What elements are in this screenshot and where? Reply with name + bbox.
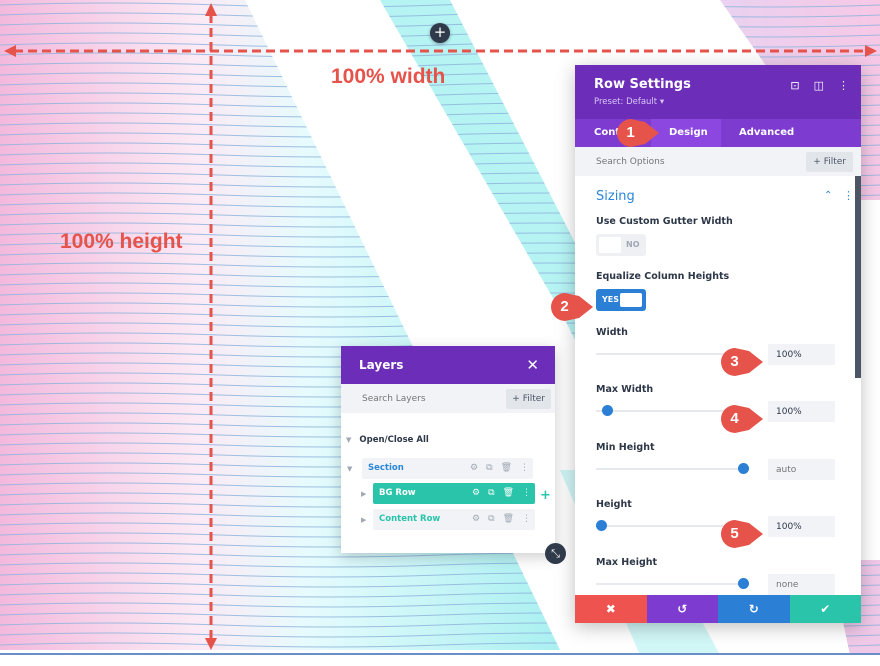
layer-item-content-row[interactable]: Content Row ⚙ ⧉ 🗑 ⋮: [373, 509, 535, 530]
duplicate-icon[interactable]: ⧉: [488, 509, 494, 530]
add-module-icon[interactable]: +: [540, 488, 551, 503]
layers-search-bar: + Filter: [341, 384, 555, 413]
undo-button[interactable]: ↺: [646, 595, 718, 623]
preset-selector[interactable]: Preset: Default ▾: [594, 97, 664, 107]
toggle-state: YES: [602, 295, 620, 304]
section-more-icon[interactable]: ⋮: [843, 189, 854, 202]
layers-panel: Layers ✕ + Filter ▼ Open/Close All ▼ Sect…: [341, 346, 555, 553]
settings-icon[interactable]: ⚙: [472, 483, 480, 504]
step-marker-5: 5: [721, 520, 763, 548]
more-icon[interactable]: ⋮: [522, 483, 531, 504]
add-section-button[interactable]: +: [430, 23, 450, 43]
duplicate-icon[interactable]: ⧉: [488, 483, 494, 504]
slider-handle[interactable]: [601, 405, 613, 416]
search-options-input[interactable]: [575, 147, 803, 176]
tab-advanced[interactable]: Advanced: [721, 119, 812, 147]
settings-body: Sizing ⌃ ⋮ Use Custom Gutter Width NO Eq…: [575, 176, 861, 595]
open-close-all-toggle[interactable]: ▼ Open/Close All: [346, 435, 429, 445]
height-label: Height: [596, 499, 632, 510]
settings-header: Row Settings Preset: Default ▾ ⊡ ◫ ⋮: [575, 65, 861, 119]
height-input[interactable]: [768, 516, 835, 537]
collapse-chevron-icon[interactable]: ⌃: [824, 190, 832, 201]
close-icon[interactable]: ✕: [526, 356, 539, 374]
settings-scrollbar[interactable]: [855, 176, 861, 378]
search-layers-input[interactable]: [341, 384, 501, 413]
slider-handle[interactable]: [738, 463, 749, 474]
duplicate-icon[interactable]: ⧉: [486, 458, 492, 479]
min-height-slider[interactable]: [596, 463, 749, 475]
filter-button[interactable]: + Filter: [806, 152, 853, 172]
max-height-slider[interactable]: [596, 578, 749, 590]
tab-design[interactable]: Design: [651, 119, 721, 147]
custom-gutter-label: Use Custom Gutter Width: [596, 216, 733, 227]
max-width-label: Max Width: [596, 384, 654, 395]
min-height-label: Min Height: [596, 442, 655, 453]
step-marker-3: 3: [721, 348, 763, 376]
layer-item-bg-row[interactable]: BG Row ⚙ ⧉ 🗑 ⋮: [373, 483, 535, 504]
slider-handle[interactable]: [595, 520, 607, 531]
open-close-all-label: Open/Close All: [359, 435, 429, 445]
save-button[interactable]: ✔: [789, 595, 861, 623]
layers-title: Layers: [359, 358, 404, 372]
settings-footer: ✖ ↺ ↻ ✔: [575, 595, 861, 623]
resize-handle-icon[interactable]: ⤡: [545, 543, 566, 564]
layer-label: Section: [368, 463, 404, 473]
step-marker-4: 4: [721, 405, 763, 433]
more-icon[interactable]: ⋮: [520, 458, 529, 479]
more-icon[interactable]: ⋮: [522, 509, 531, 530]
slider-handle[interactable]: [738, 578, 749, 589]
height-annotation-label: 100% height: [60, 230, 183, 253]
delete-icon[interactable]: 🗑: [503, 509, 514, 530]
width-annotation-label: 100% width: [331, 65, 446, 88]
max-height-input[interactable]: [768, 574, 835, 595]
max-width-input[interactable]: [768, 401, 835, 422]
layer-item-section[interactable]: Section ⚙ ⧉ 🗑 ⋮: [362, 458, 533, 479]
equalize-heights-label: Equalize Column Heights: [596, 271, 730, 282]
width-arrow: [4, 45, 877, 57]
layers-filter-button[interactable]: + Filter: [506, 389, 551, 409]
caret-down-icon: ▼: [346, 436, 352, 444]
layers-header[interactable]: Layers ✕: [341, 346, 555, 384]
equalize-heights-toggle[interactable]: YES: [596, 289, 646, 311]
layer-label: BG Row: [379, 488, 416, 498]
settings-icon[interactable]: ⚙: [472, 509, 480, 530]
caret-right-icon[interactable]: ▶: [361, 490, 366, 498]
delete-icon[interactable]: 🗑: [501, 458, 512, 479]
focus-icon[interactable]: ⊡: [790, 79, 799, 92]
split-view-icon[interactable]: ◫: [814, 79, 824, 92]
settings-icon[interactable]: ⚙: [470, 458, 478, 479]
toggle-state: NO: [626, 240, 640, 249]
layer-label: Content Row: [379, 514, 441, 524]
height-arrow: [205, 3, 217, 650]
min-height-input[interactable]: [768, 459, 835, 480]
settings-title: Row Settings: [594, 77, 691, 92]
delete-icon[interactable]: 🗑: [503, 483, 514, 504]
width-label: Width: [596, 327, 628, 338]
more-options-icon[interactable]: ⋮: [838, 79, 849, 92]
redo-button[interactable]: ↻: [718, 595, 790, 623]
caret-right-icon[interactable]: ▶: [361, 516, 366, 524]
step-marker-2: 2: [551, 293, 593, 321]
custom-gutter-toggle[interactable]: NO: [596, 234, 646, 256]
step-marker-1: 1: [617, 119, 659, 147]
options-search-bar: + Filter: [575, 147, 861, 176]
width-input[interactable]: [768, 344, 835, 365]
caret-down-icon[interactable]: ▼: [347, 465, 352, 473]
cancel-button[interactable]: ✖: [575, 595, 647, 623]
toggle-knob: [620, 293, 642, 307]
max-height-label: Max Height: [596, 557, 658, 568]
sizing-section-title[interactable]: Sizing: [596, 189, 635, 204]
toggle-knob: [599, 237, 621, 253]
row-settings-panel: Row Settings Preset: Default ▾ ⊡ ◫ ⋮ Con…: [575, 65, 861, 623]
